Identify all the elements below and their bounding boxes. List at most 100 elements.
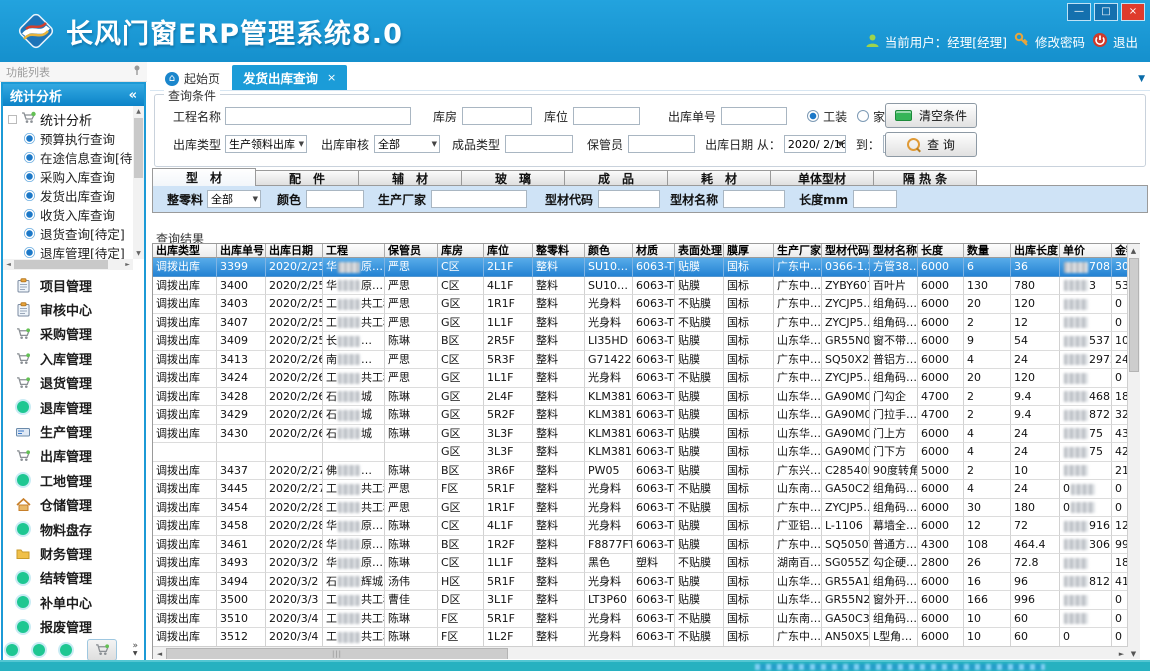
table-row[interactable]: 调拨出库34032020/2/25工共工程严思G区1R1F整料光身料6063-T…: [153, 295, 1140, 314]
tab-shipment-query[interactable]: 发货出库查询 ×: [232, 65, 347, 90]
table-row[interactable]: 调拨出库34932020/3/2华原…陈琳C区1L1F整料黑色塑料不贴膜国标湖南…: [153, 554, 1140, 573]
table-row[interactable]: 调拨出库34612020/2/28华原…陈琳B区1R2F整料F8877FT606…: [153, 536, 1140, 555]
column-header[interactable]: 颜色: [585, 244, 633, 258]
tree-item[interactable]: 预算执行查询: [8, 129, 133, 148]
table-row[interactable]: 调拨出库34452020/2/27工共工程严思F区5R1F整料光身料6063-T…: [153, 480, 1140, 499]
table-row[interactable]: 调拨出库34302020/2/26石城陈琳G区3L3F整料KLM38176063…: [153, 425, 1140, 444]
clear-conditions-button[interactable]: 清空条件: [885, 103, 977, 128]
material-tab[interactable]: 配 件: [255, 170, 359, 186]
location-input[interactable]: [573, 107, 640, 125]
column-header[interactable]: 型材名称: [870, 244, 918, 258]
material-tab[interactable]: 隔 热 条: [873, 170, 977, 186]
group-header-statistics[interactable]: 统计分析 «: [3, 84, 144, 106]
table-row[interactable]: 调拨出库34282020/2/26石城陈琳G区2L4F整料KLM38176063…: [153, 388, 1140, 407]
table-row[interactable]: 调拨出库34372020/2/27佛…陈琳B区3R6F整料PW056063-T5…: [153, 462, 1140, 481]
sidebar-item-物料盘存[interactable]: 物料盘存: [3, 517, 144, 541]
material-tab[interactable]: 成 品: [564, 170, 668, 186]
material-tab[interactable]: 耗 材: [667, 170, 771, 186]
column-header[interactable]: 库房: [438, 244, 484, 258]
audit-select[interactable]: 全部▼: [374, 135, 440, 153]
search-button[interactable]: 查 询: [885, 132, 977, 157]
whole-part-select[interactable]: 全部▼: [207, 190, 261, 208]
tree-item[interactable]: 退库管理[待定]: [8, 243, 133, 259]
change-password-link[interactable]: 修改密码: [1014, 32, 1085, 51]
sidebar-item-项目管理[interactable]: 项目管理: [3, 273, 144, 297]
tab-overflow-caret-icon[interactable]: ▼: [1138, 74, 1145, 84]
column-header[interactable]: 膜厚: [724, 244, 774, 258]
quick-icon-2[interactable]: [33, 644, 45, 656]
sidebar-item-生产管理[interactable]: 生产管理: [3, 419, 144, 443]
table-row[interactable]: 调拨出库34072020/2/25工共工程严思G区1L1F整料光身料6063-T…: [153, 314, 1140, 333]
column-header[interactable]: 表面处理: [675, 244, 724, 258]
tree-root-statistics[interactable]: 统计分析: [8, 109, 133, 129]
collapse-icon[interactable]: «: [129, 88, 137, 103]
sidebar-item-退库管理[interactable]: 退库管理: [3, 395, 144, 419]
tree-item[interactable]: 退货查询[待定]: [8, 224, 133, 243]
table-row[interactable]: 调拨出库34292020/2/26石城陈琳G区5R2F整料KLM38176063…: [153, 406, 1140, 425]
column-header[interactable]: 型材代码: [822, 244, 870, 258]
column-header[interactable]: 生产厂家: [774, 244, 822, 258]
horizontal-scroll-thumb[interactable]: |||: [166, 648, 508, 659]
pin-icon[interactable]: [133, 65, 141, 78]
tab-close-icon[interactable]: ×: [327, 71, 336, 84]
factory-input[interactable]: [431, 190, 527, 208]
table-horizontal-scrollbar[interactable]: ◄ ||| ►: [153, 646, 1128, 659]
product-type-input[interactable]: [505, 135, 573, 153]
tree-horizontal-scrollbar[interactable]: ◄ ►: [3, 259, 133, 270]
table-vertical-scrollbar[interactable]: ▲ ▼: [1127, 244, 1140, 659]
order-no-input[interactable]: [721, 107, 787, 125]
quick-icon-1[interactable]: [6, 644, 18, 656]
color-input[interactable]: [306, 190, 364, 208]
column-header[interactable]: 出库单号: [217, 244, 266, 258]
logout-button[interactable]: 退出: [1092, 32, 1138, 51]
table-row[interactable]: 调拨出库34242020/2/26工共工程严思G区1L1F整料光身料6063-T…: [153, 369, 1140, 388]
material-tab[interactable]: 单体型材: [770, 170, 874, 186]
table-row[interactable]: 调拨出库34942020/3/2石辉城汤伟H区5R1F整料光身料6063-T5贴…: [153, 573, 1140, 592]
out-type-select[interactable]: 生产领料出库▼: [225, 135, 307, 153]
material-tab[interactable]: 玻 璃: [461, 170, 565, 186]
sidebar-item-补单中心[interactable]: 补单中心: [3, 590, 144, 614]
column-header[interactable]: 材质: [633, 244, 675, 258]
sidebar-item-入库管理[interactable]: 入库管理: [3, 346, 144, 370]
table-row[interactable]: 调拨出库33992020/2/25华原…严思C区2L1F整料SU10…6063-…: [153, 258, 1140, 277]
sidebar-item-出库管理[interactable]: 出库管理: [3, 444, 144, 468]
sidebar-item-报废管理[interactable]: 报废管理: [3, 614, 144, 638]
quick-icon-3[interactable]: [60, 644, 72, 656]
table-row[interactable]: 调拨出库35002020/3/3工共工程曹佳D区3L1F整料LT3P606063…: [153, 591, 1140, 610]
column-header[interactable]: 整零料: [533, 244, 585, 258]
table-row[interactable]: 调拨出库34092020/2/25长…陈琳B区2R5F整料LI35HD6063-…: [153, 332, 1140, 351]
tree-item[interactable]: 采购入库查询: [8, 167, 133, 186]
sidebar-item-仓储管理[interactable]: 仓储管理: [3, 493, 144, 517]
profile-name-input[interactable]: [723, 190, 785, 208]
column-header[interactable]: 数量: [964, 244, 1011, 258]
vertical-scroll-thumb[interactable]: [1129, 258, 1139, 372]
sidebar-item-结转管理[interactable]: 结转管理: [3, 566, 144, 590]
minimize-button[interactable]: —: [1067, 3, 1091, 21]
date-from-picker[interactable]: 2020/ 2/16▼: [784, 135, 846, 153]
column-header[interactable]: 单价: [1060, 244, 1112, 258]
table-row[interactable]: 调拨出库34582020/2/28华原…陈琳C区4L1F整料光身料6063-T5…: [153, 517, 1140, 536]
table-row[interactable]: 调拨出库34132020/2/26南…严思C区5R3F整料G714226063-…: [153, 351, 1140, 370]
close-button[interactable]: ×: [1121, 3, 1145, 21]
material-tab[interactable]: 辅 材: [358, 170, 462, 186]
column-header[interactable]: 出库日期: [266, 244, 323, 258]
table-row[interactable]: 调拨出库34542020/2/28工共工程严思G区1R1F整料光身料6063-T…: [153, 499, 1140, 518]
maximize-button[interactable]: □: [1094, 3, 1118, 21]
tree-item[interactable]: 收货入库查询: [8, 205, 133, 224]
column-header[interactable]: 出库类型: [153, 244, 217, 258]
length-input[interactable]: [853, 190, 897, 208]
tree-expander-icon[interactable]: [8, 115, 17, 124]
sidebar-item-财务管理[interactable]: 财务管理: [3, 541, 144, 565]
column-header[interactable]: 保管员: [385, 244, 438, 258]
column-header[interactable]: 库位: [484, 244, 533, 258]
sidebar-item-退货管理[interactable]: 退货管理: [3, 371, 144, 395]
table-row[interactable]: 调拨出库34002020/2/25华原…严思C区4L1F整料SU10…6063-…: [153, 277, 1140, 296]
table-row[interactable]: G区3L3F整料KLM38176063-T5贴膜国标山东华…GA90M09.门下…: [153, 443, 1140, 462]
table-row[interactable]: 调拨出库35122020/3/4工共工程陈琳F区1L2F整料光身料6063-T5…: [153, 628, 1140, 647]
profile-code-input[interactable]: [598, 190, 660, 208]
column-header[interactable]: 长度: [918, 244, 964, 258]
keeper-input[interactable]: [628, 135, 695, 153]
warehouse-input[interactable]: [462, 107, 532, 125]
cart-quick-button[interactable]: [87, 639, 117, 661]
sidebar-item-采购管理[interactable]: 采购管理: [3, 322, 144, 346]
